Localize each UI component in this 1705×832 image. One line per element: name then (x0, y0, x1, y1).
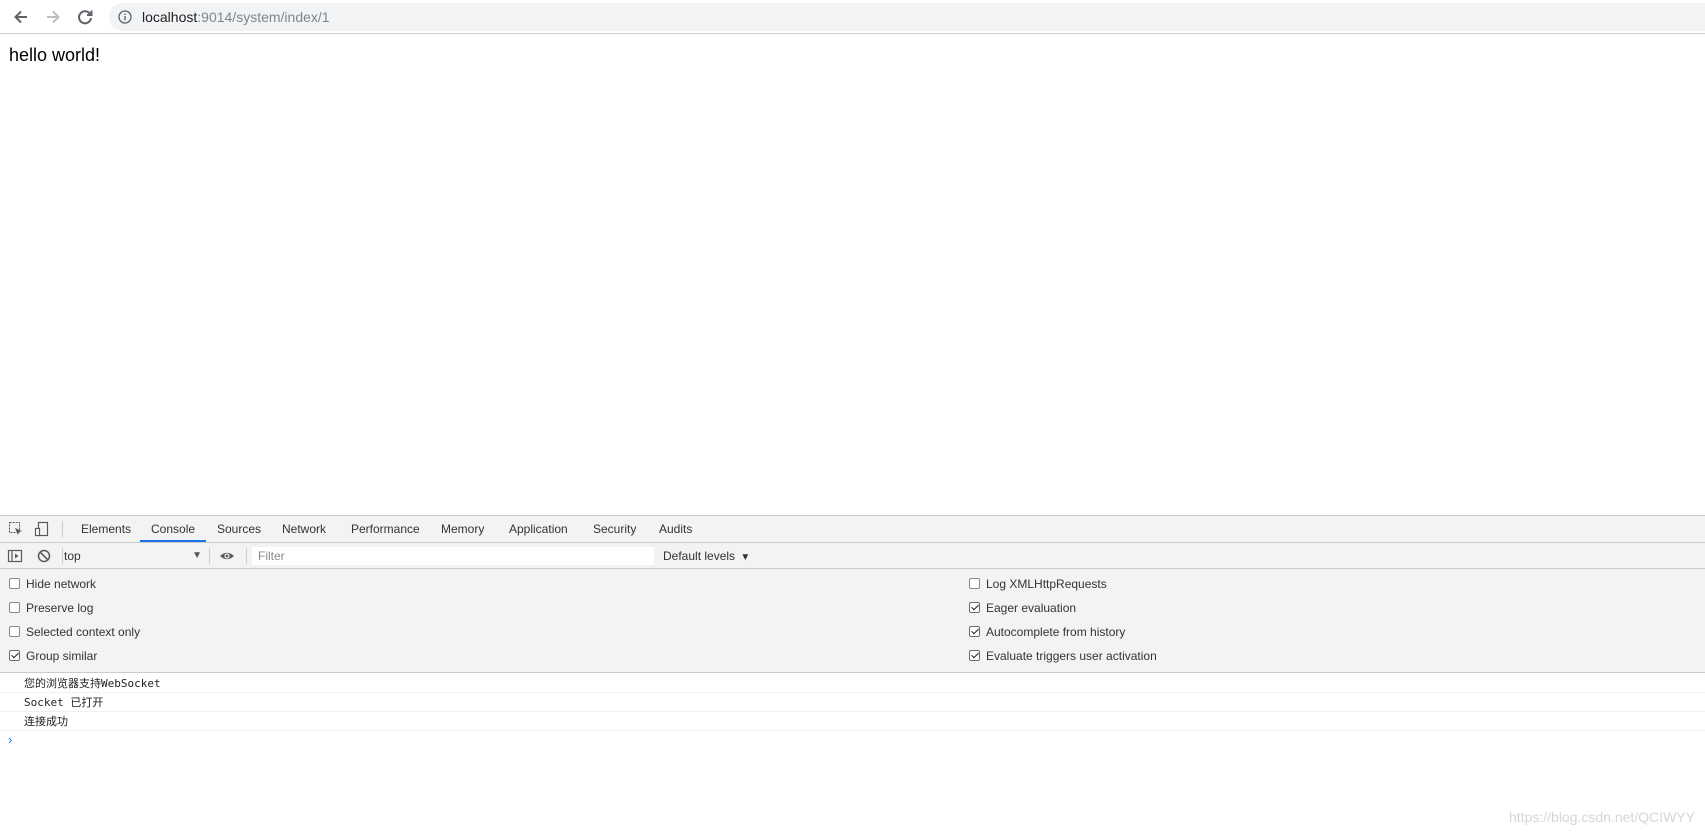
devtools-tabbar: Elements Console Sources Network Perform… (0, 516, 1705, 543)
console-message: Socket 已打开 (0, 693, 1705, 712)
console-settings-pane: Hide network Preserve log Selected conte… (0, 569, 1705, 673)
inspect-element-button[interactable] (8, 521, 24, 537)
dropdown-triangle-icon: ▼ (740, 552, 751, 563)
clear-console-button[interactable] (36, 548, 52, 564)
browser-toolbar: localhost:9014/system/index/1 (0, 0, 1705, 34)
setting-label: Autocomplete from history (986, 625, 1126, 639)
checkbox[interactable] (969, 578, 980, 589)
clear-block-icon (37, 549, 51, 563)
tab-audits[interactable]: Audits (659, 516, 692, 542)
reload-icon (78, 10, 93, 25)
toolbar-separator (246, 548, 247, 564)
tab-memory[interactable]: Memory (441, 516, 484, 542)
toolbar-separator (209, 548, 210, 564)
arrow-right-icon (47, 10, 60, 24)
device-toolbar-button[interactable] (34, 521, 50, 537)
tab-elements[interactable]: Elements (81, 516, 131, 542)
log-levels-dropdown[interactable]: Default levels ▼ (663, 547, 750, 565)
console-toolbar: top ▼ Default levels ▼ (0, 543, 1705, 569)
url-path: :9014/system/index/1 (197, 9, 330, 25)
checkbox[interactable] (9, 626, 20, 637)
sidebar-toggle-icon (7, 549, 23, 563)
tab-performance[interactable]: Performance (351, 516, 420, 542)
forward-button[interactable] (41, 5, 65, 29)
info-circle-icon[interactable] (118, 10, 132, 24)
tab-application[interactable]: Application (509, 516, 568, 542)
checkbox[interactable] (9, 602, 20, 613)
console-message: 连接成功 (0, 712, 1705, 731)
checkbox[interactable] (969, 650, 980, 661)
checkbox[interactable] (9, 578, 20, 589)
tab-sources[interactable]: Sources (217, 516, 261, 542)
prompt-chevron-icon: › (8, 732, 13, 747)
tab-console[interactable]: Console (140, 516, 207, 542)
setting-label: Log XMLHttpRequests (986, 577, 1107, 591)
inspect-cursor-icon (9, 522, 22, 535)
checkbox[interactable] (969, 626, 980, 637)
arrow-left-icon (14, 10, 27, 24)
setting-label: Selected context only (26, 625, 141, 639)
context-selector-value: top (64, 549, 81, 563)
back-button[interactable] (9, 5, 33, 29)
tab-network[interactable]: Network (282, 516, 326, 542)
live-expression-button[interactable] (219, 548, 235, 564)
checkbox[interactable] (969, 602, 980, 613)
reload-button[interactable] (73, 5, 97, 29)
dropdown-triangle-icon: ▼ (192, 550, 202, 561)
page-body-text: hello world! (9, 45, 101, 65)
console-prompt[interactable]: › (0, 731, 1705, 749)
url-text: localhost:9014/system/index/1 (142, 9, 330, 25)
log-levels-label: Default levels (663, 549, 736, 563)
setting-label: Hide network (26, 577, 97, 591)
context-selector[interactable]: top ▼ (64, 547, 202, 565)
device-mode-icon (34, 521, 49, 537)
checkbox[interactable] (9, 650, 20, 661)
setting-label: Eager evaluation (986, 601, 1077, 615)
console-messages: 您的浏览器支持WebSocket Socket 已打开 连接成功 › (0, 674, 1705, 749)
eye-icon (220, 552, 234, 560)
devtools-panel: Elements Console Sources Network Perform… (0, 515, 1705, 832)
toolbar-separator (62, 548, 63, 564)
tab-security[interactable]: Security (593, 516, 636, 542)
watermark-text: https://blog.csdn.net/QCIWYY (1509, 809, 1695, 825)
tab-separator (62, 521, 63, 537)
show-sidebar-button[interactable] (7, 548, 23, 564)
console-filter-input[interactable] (252, 547, 654, 565)
setting-label: Group similar (26, 649, 98, 663)
setting-label: Preserve log (26, 601, 94, 615)
console-message: 您的浏览器支持WebSocket (0, 674, 1705, 693)
address-bar[interactable]: localhost:9014/system/index/1 (109, 3, 1705, 31)
setting-label: Evaluate triggers user activation (986, 649, 1157, 663)
url-host: localhost (142, 9, 198, 25)
